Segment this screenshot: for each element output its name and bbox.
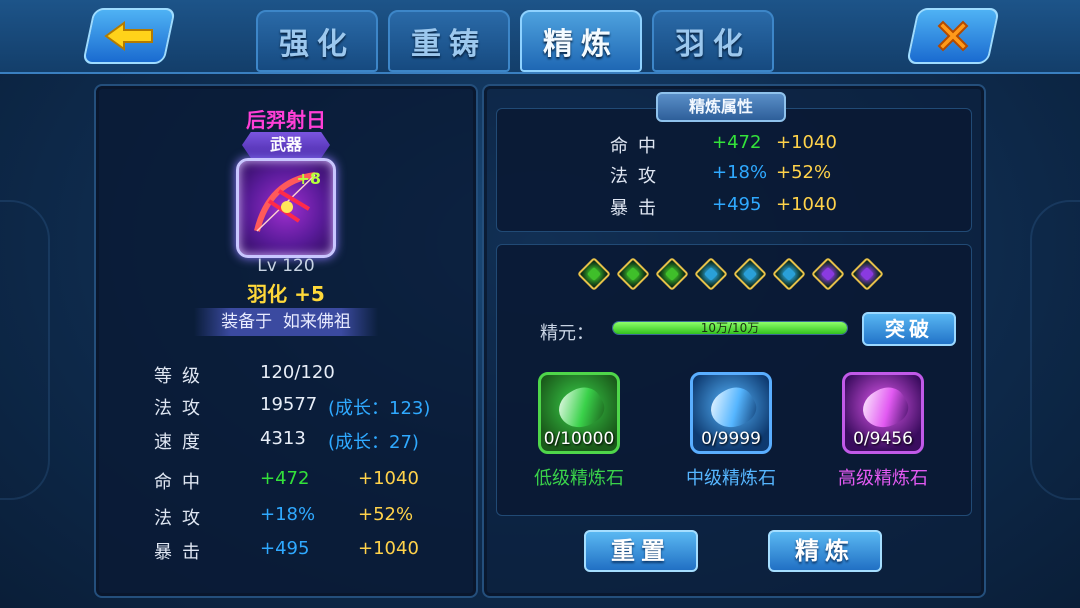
attribute-label: 法攻 [610,166,666,187]
tab-feather[interactable]: 羽化 [652,10,774,72]
attribute-label: 暴击 [610,198,666,219]
equipped-on-label: 装备于 如来佛祖 [194,308,378,336]
stat-label: 等级 [154,366,210,387]
refine-gem-icon [850,257,884,291]
refine-stone-slot[interactable]: 0/10000 [538,372,620,454]
stat-growth: (成长：123) [328,398,431,419]
item-feather-level: 羽化 +5 [247,282,325,306]
attribute-max: +1040 [776,194,837,215]
refine-stone-name: 低级精炼石 [534,468,624,489]
bonus-stat-row: 法攻 +18% +52% [154,504,414,529]
stat-label: 命中 [154,472,210,493]
refine-gem-icon [733,257,767,291]
refine-stone-count: 0/10000 [543,429,615,449]
refine-stone-icon [704,380,762,436]
tab-refine[interactable]: 精炼 [520,10,642,72]
item-name: 后羿射日 [246,108,326,132]
stat-bonus-value: +495 [260,538,310,559]
stat-growth: (成长：27) [328,432,419,453]
attribute-label: 命中 [610,136,666,157]
stat-label: 速度 [154,432,210,453]
refine-gem-icon [577,257,611,291]
bonus-stat-row: 暴击 +495 +1040 [154,538,419,563]
item-upgrade-level: +8 [296,169,321,188]
stat-bonus-max: +1040 [358,538,419,559]
refine-attribute-title: 精炼属性 [656,92,786,122]
attribute-max: +52% [776,162,832,183]
background-ornament-right [1030,200,1080,500]
refine-stone-slot[interactable]: 0/9456 [842,372,924,454]
refine-stone-count: 0/9999 [701,429,761,449]
refine-attribute-row: 法攻 +18% +52% [610,162,832,187]
item-level: Lv 120 [257,256,315,276]
stat-label: 法攻 [154,508,210,529]
back-button[interactable] [82,8,176,64]
attribute-value: +472 [712,132,762,153]
refine-gem-icon [772,257,806,291]
reset-button[interactable]: 重置 [584,530,698,572]
bonus-stat-row: 命中 +472 +1040 [154,468,419,493]
background-ornament-left [0,200,50,500]
refine-stone-slot[interactable]: 0/9999 [690,372,772,454]
tab-bar: 强化 重铸 精炼 羽化 [256,10,774,72]
weapon-icon[interactable]: +8 [236,158,336,258]
attribute-max: +1040 [776,132,837,153]
base-stat-row: 速度 4313 (成长：27) [154,428,419,453]
stat-label: 法攻 [154,398,210,419]
stat-bonus-value: +472 [260,468,310,489]
refine-stone-icon [552,380,610,436]
refine-stone-name: 高级精炼石 [838,468,928,489]
tab-enhance[interactable]: 强化 [256,10,378,72]
attribute-value: +495 [712,194,762,215]
stat-value: 4313 [260,428,306,449]
refine-gem-icon [616,257,650,291]
refine-stone-count: 0/9456 [853,429,913,449]
refine-gem-icon [694,257,728,291]
stat-value: 19577 [260,394,318,415]
attribute-value: +18% [712,162,768,183]
stat-bonus-value: +18% [260,504,316,525]
refine-gems [577,257,884,291]
stat-value: 120/120 [260,362,335,383]
base-stat-row: 法攻 19577 (成长：123) [154,394,431,419]
refine-stone-name: 中级精炼石 [686,468,776,489]
essence-progress-text: 10万/10万 [700,321,760,335]
close-icon [937,20,969,52]
breakthrough-button[interactable]: 突破 [862,312,956,346]
tab-reforge[interactable]: 重铸 [388,10,510,72]
refine-button[interactable]: 精炼 [768,530,882,572]
refine-gem-icon [655,257,689,291]
item-type-badge: 武器 [242,132,330,158]
item-detail-panel: 后羿射日 武器 +8 Lv 120 羽化 +5 装备于 如来佛祖 等级 120/1… [94,84,478,598]
equipped-character: 如来佛祖 [282,312,351,332]
arrow-left-icon [104,21,153,51]
refine-attribute-row: 暴击 +495 +1040 [610,194,837,219]
stat-label: 暴击 [154,542,210,563]
refine-stone-icon [856,380,914,436]
top-bar: 强化 重铸 精炼 羽化 [0,0,1080,74]
base-stat-row: 等级 120/120 [154,362,335,387]
close-button[interactable] [906,8,1000,64]
stat-bonus-max: +1040 [358,468,419,489]
essence-label: 精元： [540,323,594,344]
refine-gem-icon [811,257,845,291]
stat-bonus-max: +52% [358,504,414,525]
refine-attribute-row: 命中 +472 +1040 [610,132,837,157]
